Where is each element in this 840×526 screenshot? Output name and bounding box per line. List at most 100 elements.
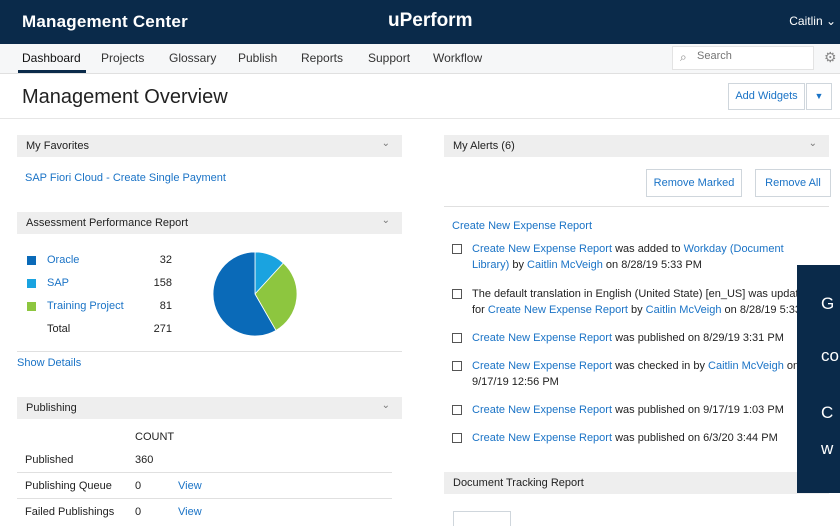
view-publishing-queue-link[interactable]: View (178, 480, 202, 492)
legend-label-training-project[interactable]: Training Project (47, 300, 124, 312)
legend-label-sap[interactable]: SAP (47, 277, 69, 289)
divider (17, 351, 402, 352)
doc-tracking-button[interactable] (453, 511, 511, 526)
remove-all-button[interactable]: Remove All (755, 169, 831, 197)
doc-tracking-header[interactable]: Document Tracking Report (444, 472, 829, 494)
divider (17, 498, 392, 499)
chevron-down-icon[interactable]: ⌄ (382, 138, 390, 149)
legend-swatch-sap (27, 279, 36, 288)
overlay-text: C (821, 403, 834, 422)
legend-total-label: Total (47, 323, 71, 335)
alert-link[interactable]: Create New Expense Report (472, 432, 612, 444)
gear-icon[interactable]: ⚙ (824, 49, 837, 66)
favorites-header[interactable]: My Favorites ⌄ (17, 135, 402, 157)
uperform-logo: uPerform (388, 10, 473, 31)
favorites-title: My Favorites (26, 140, 89, 152)
publishing-row-count: 0 (135, 480, 142, 492)
remove-marked-button[interactable]: Remove Marked (646, 169, 742, 197)
search-box: ⌕ (672, 46, 814, 70)
alert-user-link[interactable]: Caitlin McVeigh (708, 360, 784, 372)
alert-checkbox[interactable] (452, 244, 462, 254)
legend-swatch-oracle (27, 256, 36, 265)
overlay-text: co (821, 346, 839, 365)
publishing-header[interactable]: Publishing ⌄ (17, 397, 402, 419)
alert-link[interactable]: Create New Expense Report (472, 360, 612, 372)
alert-item: The default translation in English (Unit… (452, 286, 822, 318)
alert-checkbox[interactable] (452, 333, 462, 343)
nav-projects[interactable]: Projects (101, 51, 144, 65)
user-menu[interactable]: Caitlin ⌄ (789, 14, 836, 28)
alert-user-link[interactable]: Caitlin McVeigh (527, 259, 603, 271)
alerts-section-link[interactable]: Create New Expense Report (452, 220, 592, 232)
alert-item: Create New Expense Report was published … (452, 430, 822, 446)
alert-checkbox[interactable] (452, 433, 462, 443)
alert-link[interactable]: Create New Expense Report (472, 404, 612, 416)
divider (444, 206, 829, 207)
legend-swatch-training-project (27, 302, 36, 311)
divider (17, 472, 392, 473)
active-tab-indicator (18, 70, 86, 73)
nav-reports[interactable]: Reports (301, 51, 343, 65)
assessment-header[interactable]: Assessment Performance Report ⌄ (17, 212, 402, 234)
alerts-title: My Alerts (6) (453, 140, 515, 152)
nav-publish[interactable]: Publish (238, 51, 277, 65)
alert-text: was checked in by (612, 360, 709, 372)
alert-text: on 8/28/19 5:33 PM (602, 259, 702, 271)
app-title: Management Center (22, 12, 188, 31)
legend-total-value: 271 (153, 323, 172, 335)
nav-glossary[interactable]: Glossary (169, 51, 216, 65)
legend-value-training-project: 81 (159, 300, 172, 312)
alert-text: was added to (612, 243, 684, 255)
top-bar: Management Center uPerform Caitlin ⌄ (0, 0, 840, 44)
show-details-link[interactable]: Show Details (17, 357, 81, 369)
alert-link[interactable]: Create New Expense Report (472, 332, 612, 344)
alert-text: by (627, 304, 646, 316)
alert-link[interactable]: Create New Expense Report (488, 304, 628, 316)
view-failed-publishings-link[interactable]: View (178, 506, 202, 518)
alert-item: Create New Expense Report was published … (452, 402, 822, 418)
count-column-header: COUNT (135, 431, 175, 443)
nav-dashboard[interactable]: Dashboard (22, 51, 81, 65)
overlay-text: w (821, 439, 834, 458)
nav-bar: Dashboard Projects Glossary Publish Repo… (0, 44, 840, 74)
alert-checkbox[interactable] (452, 289, 462, 299)
alert-checkbox[interactable] (452, 405, 462, 415)
alert-item: Create New Expense Report was added to W… (452, 241, 822, 273)
favorite-link[interactable]: SAP Fiori Cloud - Create Single Payment (25, 172, 226, 184)
alert-user-link[interactable]: Caitlin McVeigh (646, 304, 722, 316)
page-title: Management Overview (22, 86, 228, 108)
publishing-row-label: Publishing Queue (25, 480, 112, 492)
chevron-down-icon[interactable]: ⌄ (382, 215, 390, 226)
alert-item: Create New Expense Report was published … (452, 330, 822, 346)
overlay-text: G (821, 294, 835, 313)
alert-checkbox[interactable] (452, 361, 462, 371)
nav-support[interactable]: Support (368, 51, 410, 65)
publishing-row-label: Published (25, 454, 74, 466)
publishing-row-count: 0 (135, 506, 142, 518)
alert-text: was published on 6/3/20 3:44 PM (612, 432, 778, 444)
chevron-down-icon[interactable]: ⌄ (382, 400, 390, 411)
legend-value-oracle: 32 (159, 254, 172, 266)
alert-text: by (509, 259, 528, 271)
alert-text: was published on 8/29/19 3:31 PM (612, 332, 784, 344)
publishing-title: Publishing (26, 402, 77, 414)
search-icon: ⌕ (680, 50, 687, 64)
alert-item: Create New Expense Report was checked in… (452, 358, 822, 390)
onboarding-overlay-panel: G co C w (797, 265, 840, 493)
alerts-header[interactable]: My Alerts (6) ⌄ (444, 135, 829, 157)
alert-link[interactable]: Create New Expense Report (472, 243, 612, 255)
legend-label-oracle[interactable]: Oracle (47, 254, 79, 266)
search-input[interactable] (695, 49, 809, 63)
chevron-down-icon[interactable]: ⌄ (809, 138, 817, 149)
publishing-row-count: 360 (135, 454, 154, 466)
legend-value-sap: 158 (153, 277, 172, 289)
add-widgets-button[interactable]: Add Widgets (728, 83, 805, 110)
assessment-pie-chart (212, 251, 298, 337)
page-divider (0, 118, 840, 119)
doc-tracking-title: Document Tracking Report (453, 477, 584, 489)
alert-text: was published on 9/17/19 1:03 PM (612, 404, 784, 416)
nav-workflow[interactable]: Workflow (433, 51, 482, 65)
add-widgets-dropdown-button[interactable]: ▼ (806, 83, 832, 110)
assessment-title: Assessment Performance Report (26, 217, 189, 229)
publishing-row-label: Failed Publishings (25, 506, 115, 518)
